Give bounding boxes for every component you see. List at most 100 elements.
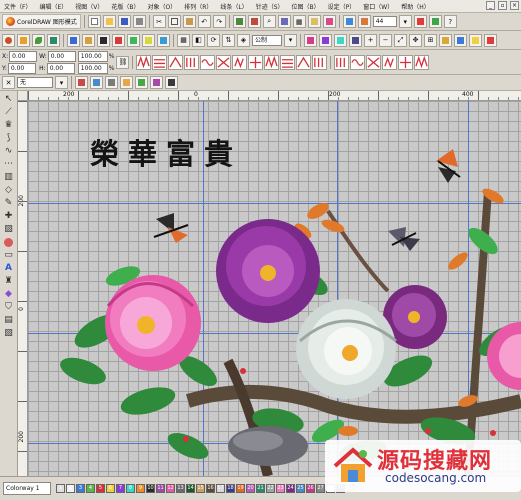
undo-icon[interactable]: ↶ [197,15,211,28]
pattern-g-icon[interactable] [165,76,178,89]
pattern-c-icon[interactable] [105,76,118,89]
size-field[interactable]: 44 [372,16,397,27]
color-swatch[interactable]: 9 [136,484,145,493]
coreldraw-mode-button[interactable]: CorelDRAW 图形模式 [2,14,81,29]
cross-stitch-icon[interactable]: ✚ [2,210,16,222]
combine-icon[interactable] [127,33,140,47]
group-icon[interactable] [97,33,110,47]
menu-help[interactable]: 帮助（H） [397,2,434,11]
stitch-pattern-button-9[interactable] [264,54,280,70]
rotate-icon[interactable]: ⟳ [207,33,220,47]
help-icon[interactable]: ? [443,15,457,28]
bezier-icon[interactable]: ∿ [2,145,16,157]
stitch-pattern-button-4[interactable] [184,54,200,70]
hatch-icon[interactable]: ▧ [2,327,16,339]
circle-icon[interactable] [2,236,16,248]
run-stitch-icon[interactable]: ⋯ [2,158,16,170]
color-swatch[interactable]: 15 [196,484,205,493]
close-icon[interactable]: × [510,1,519,10]
pattern-d-icon[interactable] [120,76,133,89]
scale-y-field[interactable]: 100.00 [77,62,108,74]
pattern-a-icon[interactable] [75,76,88,89]
color-swatch[interactable]: 4 [86,484,95,493]
stitch-pattern-button-b-5[interactable] [398,54,414,70]
stitch-pattern-button-5[interactable] [200,54,216,70]
horizontal-ruler[interactable]: 200 0 200 400 [28,91,521,101]
x-field[interactable]: 0.00 [9,50,38,62]
pattern-b-icon[interactable] [90,76,103,89]
menu-object[interactable]: 对象（O） [143,2,180,11]
stitch-pattern-button-b-1[interactable] [334,54,350,70]
menu-view[interactable]: 视图（V） [71,2,107,11]
color-swatch[interactable]: 16 [206,484,215,493]
color-swatch[interactable]: 21 [256,484,265,493]
height-field[interactable]: 0.00 [46,62,75,74]
mirror-icon[interactable]: ◧ [192,33,205,47]
x-icon[interactable]: ✕ [2,76,15,89]
cut-icon[interactable]: ✂ [152,15,166,28]
stitch-tool-icon[interactable] [342,15,356,28]
ruler-icon[interactable] [307,15,321,28]
stripe-icon[interactable]: ▤ [2,314,16,326]
layers-icon[interactable] [277,15,291,28]
node-icon[interactable]: ◈ [237,33,250,47]
pick-tool-icon[interactable]: ↖ [2,93,16,105]
grid-icon[interactable]: ▦ [292,15,306,28]
color-swatch[interactable]: 22 [266,484,275,493]
weld-icon[interactable] [142,33,155,47]
stitch-pattern-button-7[interactable] [232,54,248,70]
knife-icon[interactable]: ✎ [2,197,16,209]
fill-select[interactable]: 无 [17,77,53,88]
color-swatch[interactable]: 14 [186,484,195,493]
flip-icon[interactable]: ⇅ [222,33,235,47]
save-icon[interactable] [117,15,131,28]
color-icon[interactable] [413,15,427,28]
leaf-tool-icon[interactable] [32,33,45,47]
menu-stitch[interactable]: 针迹（S） [252,2,288,11]
color-swatch[interactable]: 8 [126,484,135,493]
color-swatch[interactable]: 13 [176,484,185,493]
zoom-in-icon[interactable]: + [364,33,377,47]
print-icon[interactable] [132,15,146,28]
copy-icon[interactable] [167,15,181,28]
shape-edit-icon[interactable]: ⟋ [2,106,16,118]
color-swatch[interactable]: 3 [76,484,85,493]
color-swatch[interactable]: 18 [226,484,235,493]
window-tile-icon[interactable]: ⊞ [424,33,437,47]
new-file-icon[interactable] [87,15,101,28]
appliqué-icon[interactable]: ♜ [2,275,16,287]
pattern-e-icon[interactable] [135,76,148,89]
color-swatch[interactable]: 19 [236,484,245,493]
chevron-down-icon[interactable]: ▾ [398,15,412,28]
satin-tool-icon[interactable] [357,15,371,28]
bucket-icon[interactable] [454,33,467,47]
minimize-icon[interactable]: _ [486,1,495,10]
stitch-pattern-button-10[interactable] [280,54,296,70]
export-icon[interactable] [247,15,261,28]
stitch-pattern-button-b-6[interactable] [414,54,430,70]
lock-icon[interactable] [439,33,452,47]
menu-bitmap[interactable]: 位图（B） [288,2,324,11]
stitch-pattern-button-b-3[interactable] [366,54,382,70]
sequence-icon[interactable] [334,33,347,47]
color-swatch[interactable]: 1 [56,484,65,493]
trim-icon[interactable] [157,33,170,47]
palette-icon[interactable] [319,33,332,47]
color-swatch[interactable]: 10 [146,484,155,493]
pattern-f-icon[interactable] [150,76,163,89]
zoom-out-icon[interactable]: − [379,33,392,47]
paste-icon[interactable] [182,15,196,28]
width-field[interactable]: 0.00 [47,50,76,62]
shield-icon[interactable]: ⛉ [2,301,16,313]
stitch-pattern-button-6[interactable] [216,54,232,70]
color-swatch[interactable]: 26 [306,484,315,493]
ruler-corner[interactable] [18,91,28,101]
stitch-pattern-button-12[interactable] [312,54,328,70]
fit-icon[interactable]: ⤢ [394,33,407,47]
monitor-icon[interactable] [349,33,362,47]
menu-edit[interactable]: 编辑（E） [35,2,71,11]
stitch-pattern-button-b-4[interactable] [382,54,398,70]
fill-icon[interactable]: ▨ [2,223,16,235]
color-swatch[interactable]: 25 [296,484,305,493]
node-edit-icon[interactable]: ◇ [2,184,16,196]
